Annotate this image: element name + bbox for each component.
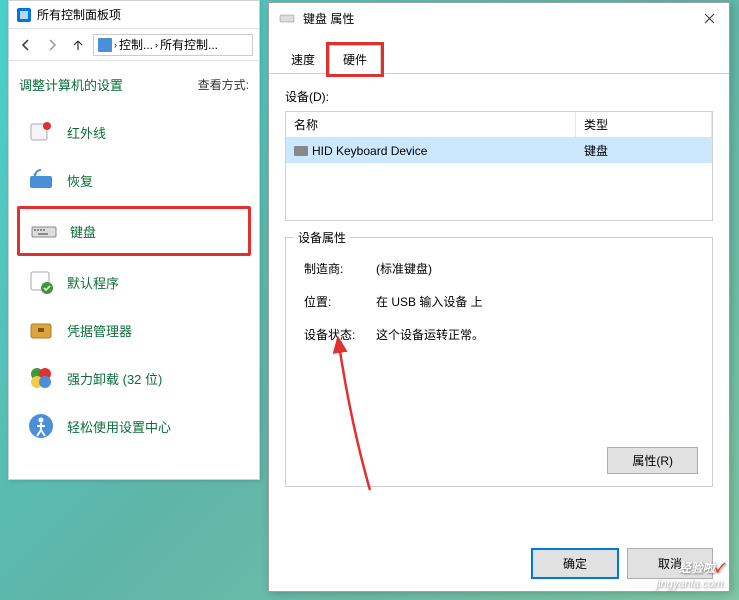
cp-item-ease[interactable]: 轻松使用设置中心: [17, 404, 251, 448]
chevron-right-icon: ›: [114, 40, 117, 50]
defaults-icon: [27, 268, 55, 296]
group-label: 设备属性: [294, 229, 350, 246]
cp-item-infrared[interactable]: 红外线: [17, 110, 251, 154]
close-button[interactable]: [689, 3, 729, 33]
address-bar[interactable]: › 控制... › 所有控制...: [93, 34, 253, 56]
device-name: HID Keyboard Device: [312, 144, 427, 158]
prop-key: 设备状态:: [304, 326, 376, 343]
prop-row-status: 设备状态: 这个设备运转正常。: [304, 326, 694, 343]
cp-item-label: 红外线: [67, 123, 106, 142]
dlg-titlebar[interactable]: 键盘 属性: [269, 3, 729, 33]
tab-label: 速度: [291, 53, 315, 67]
nav-forward-button[interactable]: [41, 34, 63, 56]
keyboard-icon: [30, 217, 58, 245]
column-name[interactable]: 名称: [286, 112, 576, 137]
infrared-icon: [27, 118, 55, 146]
device-table-header: 名称 类型: [286, 112, 712, 138]
button-label: 确定: [563, 557, 587, 571]
nav-back-button[interactable]: [15, 34, 37, 56]
button-label: 取消: [658, 557, 682, 571]
cp-navbar: › 控制... › 所有控制...: [9, 29, 259, 61]
cp-title: 所有控制面板项: [37, 6, 121, 23]
chevron-right-icon: ›: [155, 40, 158, 50]
cp-item-credentials[interactable]: 凭据管理器: [17, 308, 251, 352]
path-segment[interactable]: 所有控制...: [160, 36, 218, 53]
cp-item-recovery[interactable]: 恢复: [17, 158, 251, 202]
device-type-cell: 键盘: [576, 138, 712, 163]
prop-val: 在 USB 输入设备 上: [376, 293, 483, 310]
cp-item-uninstall[interactable]: 强力卸载 (32 位): [17, 356, 251, 400]
cp-item-label: 恢复: [67, 171, 93, 190]
tab-label: 硬件: [343, 53, 367, 67]
ok-button[interactable]: 确定: [531, 548, 619, 579]
column-type[interactable]: 类型: [576, 112, 712, 137]
dlg-tabstrip: 速度 硬件: [269, 41, 729, 74]
cp-items-list: 红外线 恢复 键盘 默认程序 凭据管理器: [9, 110, 259, 448]
keyboard-small-icon: [279, 10, 295, 26]
dlg-body: 设备(D): 名称 类型 HID Keyboard Device 键盘 设备属性…: [269, 74, 729, 501]
cp-item-label: 默认程序: [67, 273, 119, 292]
keyboard-properties-dialog: 键盘 属性 速度 硬件 设备(D): 名称 类型 HID Keyboard De…: [268, 2, 730, 592]
path-icon: [98, 38, 112, 52]
uninstall-icon: [27, 364, 55, 392]
prop-val: (标准键盘): [376, 260, 432, 277]
cp-titlebar[interactable]: 所有控制面板项: [9, 1, 259, 29]
path-segment[interactable]: 控制...: [119, 36, 153, 53]
device-name-cell: HID Keyboard Device: [286, 138, 576, 163]
prop-key: 制造商:: [304, 260, 376, 277]
device-table: 名称 类型 HID Keyboard Device 键盘: [285, 111, 713, 221]
credentials-icon: [27, 316, 55, 344]
tab-hardware[interactable]: 硬件: [329, 45, 381, 74]
prop-row-manufacturer: 制造商: (标准键盘): [304, 260, 694, 277]
cp-item-label: 强力卸载 (32 位): [67, 369, 162, 388]
cp-heading: 调整计算机的设置: [19, 75, 123, 94]
cp-item-defaults[interactable]: 默认程序: [17, 260, 251, 304]
control-panel-window: 所有控制面板项 › 控制... › 所有控制... 调整计算机的设置 查看方式:…: [8, 0, 260, 480]
cp-heading-row: 调整计算机的设置 查看方式:: [9, 61, 259, 106]
prop-val: 这个设备运转正常。: [376, 326, 484, 343]
cp-item-label: 轻松使用设置中心: [67, 417, 171, 436]
prop-key: 位置:: [304, 293, 376, 310]
cancel-button[interactable]: 取消: [627, 548, 713, 579]
device-list-label: 设备(D):: [285, 88, 713, 105]
dlg-button-row: 确定 取消: [531, 548, 713, 579]
recovery-icon: [27, 166, 55, 194]
nav-up-button[interactable]: [67, 34, 89, 56]
cp-item-label: 凭据管理器: [67, 321, 132, 340]
cp-view-label[interactable]: 查看方式:: [198, 76, 249, 93]
control-panel-icon: [17, 8, 31, 22]
properties-button[interactable]: 属性(R): [607, 447, 698, 474]
device-row[interactable]: HID Keyboard Device 键盘: [286, 138, 712, 163]
cp-item-label: 键盘: [70, 222, 96, 241]
keyboard-row-icon: [294, 146, 308, 156]
ease-icon: [27, 412, 55, 440]
prop-row-location: 位置: 在 USB 输入设备 上: [304, 293, 694, 310]
button-label: 属性(R): [632, 454, 673, 468]
device-properties-group: 设备属性 制造商: (标准键盘) 位置: 在 USB 输入设备 上 设备状态: …: [285, 237, 713, 487]
tab-speed[interactable]: 速度: [277, 45, 329, 74]
cp-item-keyboard[interactable]: 键盘: [17, 206, 251, 256]
dlg-title: 键盘 属性: [303, 10, 354, 27]
